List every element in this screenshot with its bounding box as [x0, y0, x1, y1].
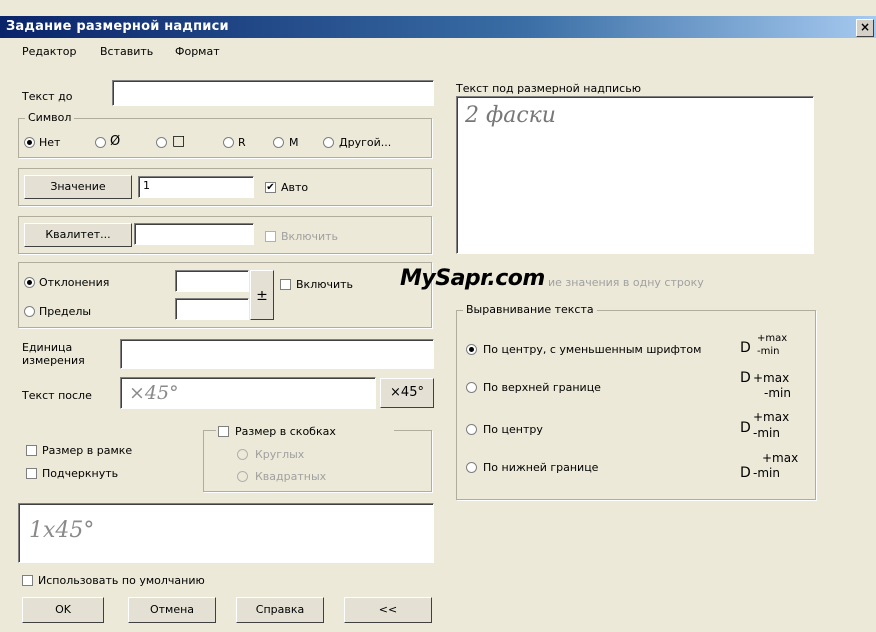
align-top-radio[interactable]: [466, 382, 477, 393]
menu-insert[interactable]: Вставить: [100, 45, 153, 58]
align-bottom-label: По нижней границе: [483, 461, 599, 474]
symbol-radius-radio[interactable]: [223, 137, 234, 148]
use-default-label: Использовать по умолчанию: [38, 574, 205, 587]
align-center-top: +max: [753, 410, 790, 424]
one-line-label: ие значения в одну строку: [548, 276, 704, 289]
unit-label-line2: измерения: [22, 354, 85, 367]
watermark-text: MySapr.com: [400, 266, 545, 291]
cancel-button-label: Отмена: [149, 603, 195, 616]
qualitet-input[interactable]: [134, 223, 254, 245]
align-top-top: +max: [753, 371, 790, 385]
symbol-none-radio[interactable]: [24, 137, 35, 148]
value-input[interactable]: 1: [138, 176, 254, 198]
symbol-metric-radio[interactable]: [273, 137, 284, 148]
text-after-input[interactable]: ×45°: [120, 377, 376, 409]
symbol-radius-label: R: [238, 136, 246, 149]
align-center-d: D: [740, 420, 751, 436]
brackets-label: Размер в скобках: [235, 425, 336, 438]
align-top-label: По верхней границе: [483, 381, 601, 394]
value-input-text: 1: [143, 179, 150, 192]
align-center-reduced-label: По центру, с уменьшенным шрифтом: [483, 343, 702, 356]
collapse-button[interactable]: <<: [344, 597, 432, 623]
insert-x45-label: ×45°: [390, 385, 424, 400]
align-top-bottom: -min: [764, 386, 791, 400]
align-bottom-radio[interactable]: [466, 462, 477, 473]
brackets-checkbox[interactable]: [218, 426, 229, 437]
align-center-label: По центру: [483, 423, 543, 436]
symbol-diameter-label: Ø: [110, 134, 121, 149]
text-under-input[interactable]: 2 фаски: [456, 96, 814, 254]
frame-label: Размер в рамке: [42, 444, 133, 457]
round-brackets-radio[interactable]: [237, 449, 248, 460]
text-after-value: ×45°: [129, 382, 179, 404]
insert-x45-button[interactable]: ×45°: [380, 378, 434, 408]
menu-format[interactable]: Формат: [175, 45, 220, 58]
window-title: Задание размерной надписи: [6, 19, 229, 34]
menu-editor[interactable]: Редактор: [22, 45, 77, 58]
qualitet-button[interactable]: Квалитет...: [24, 223, 132, 247]
title-bar: Задание размерной надписи ×: [0, 16, 876, 38]
round-brackets-label: Круглых: [255, 448, 305, 461]
align-bottom-d: D: [740, 465, 751, 481]
align-top-d: D: [740, 370, 751, 386]
underline-checkbox[interactable]: [26, 468, 37, 479]
ok-button-label: OK: [55, 603, 71, 616]
align-center-reduced-top: +max: [757, 333, 788, 344]
align-center-bottom: -min: [753, 426, 780, 440]
deviations-radio[interactable]: [24, 277, 35, 288]
help-button-label: Справка: [255, 603, 305, 616]
collapse-button-label: <<: [378, 603, 398, 616]
symbol-other-radio[interactable]: [323, 137, 334, 148]
square-brackets-radio[interactable]: [237, 471, 248, 482]
symbol-square-radio[interactable]: [156, 137, 167, 148]
qualitet-enable-label: Включить: [281, 230, 339, 243]
plus-minus-label: ±: [256, 288, 268, 304]
frame-checkbox[interactable]: [26, 445, 37, 456]
symbol-metric-label: M: [289, 136, 299, 149]
unit-input[interactable]: [120, 339, 434, 369]
auto-checkbox[interactable]: ✔: [265, 182, 276, 193]
help-button[interactable]: Справка: [236, 597, 324, 623]
preview-text: 1x45°: [29, 518, 95, 543]
align-group-title: Выравнивание текста: [463, 303, 597, 316]
symbol-group-title: Символ: [25, 111, 75, 124]
close-button[interactable]: ×: [856, 19, 874, 37]
limits-radio[interactable]: [24, 306, 35, 317]
limits-label: Пределы: [39, 305, 92, 318]
auto-label: Авто: [281, 181, 309, 194]
align-center-reduced-bottom: -min: [757, 346, 780, 357]
deviation-lower-input[interactable]: [175, 298, 249, 320]
deviation-enable-label: Включить: [296, 278, 354, 291]
unit-label-line1: Единица: [22, 341, 73, 354]
text-under-label: Текст под размерной надписью: [456, 82, 641, 95]
cancel-button[interactable]: Отмена: [128, 597, 216, 623]
align-center-radio[interactable]: [466, 424, 477, 435]
align-center-reduced-radio[interactable]: [466, 344, 477, 355]
align-center-reduced-d: D: [740, 340, 751, 356]
text-after-label: Текст после: [22, 389, 92, 402]
text-before-input[interactable]: [112, 80, 434, 106]
align-bottom-top: +max: [762, 451, 799, 465]
value-button[interactable]: Значение: [24, 175, 132, 199]
qualitet-button-label: Квалитет...: [45, 228, 111, 241]
ok-button[interactable]: OK: [22, 597, 104, 623]
symbol-other-label: Другой...: [339, 136, 392, 149]
qualitet-enable-checkbox[interactable]: [265, 231, 276, 242]
deviations-label: Отклонения: [39, 276, 110, 289]
underline-label: Подчеркнуть: [42, 467, 119, 480]
square-brackets-label: Квадратных: [255, 470, 327, 483]
symbol-none-label: Нет: [39, 136, 61, 149]
symbol-square-label: □: [172, 133, 186, 149]
text-before-label: Текст до: [22, 90, 73, 103]
use-default-checkbox[interactable]: [22, 575, 33, 586]
text-under-value: 2 фаски: [465, 103, 556, 128]
align-bottom-bottom: -min: [753, 466, 780, 480]
dialog-window: Задание размерной надписи × Редактор Вст…: [0, 0, 876, 632]
symbol-diameter-radio[interactable]: [95, 137, 106, 148]
value-button-label: Значение: [50, 180, 106, 193]
deviation-upper-input[interactable]: [175, 270, 249, 292]
preview-box: 1x45°: [18, 503, 434, 563]
plus-minus-button[interactable]: ±: [250, 270, 274, 320]
deviation-enable-checkbox[interactable]: [280, 279, 291, 290]
